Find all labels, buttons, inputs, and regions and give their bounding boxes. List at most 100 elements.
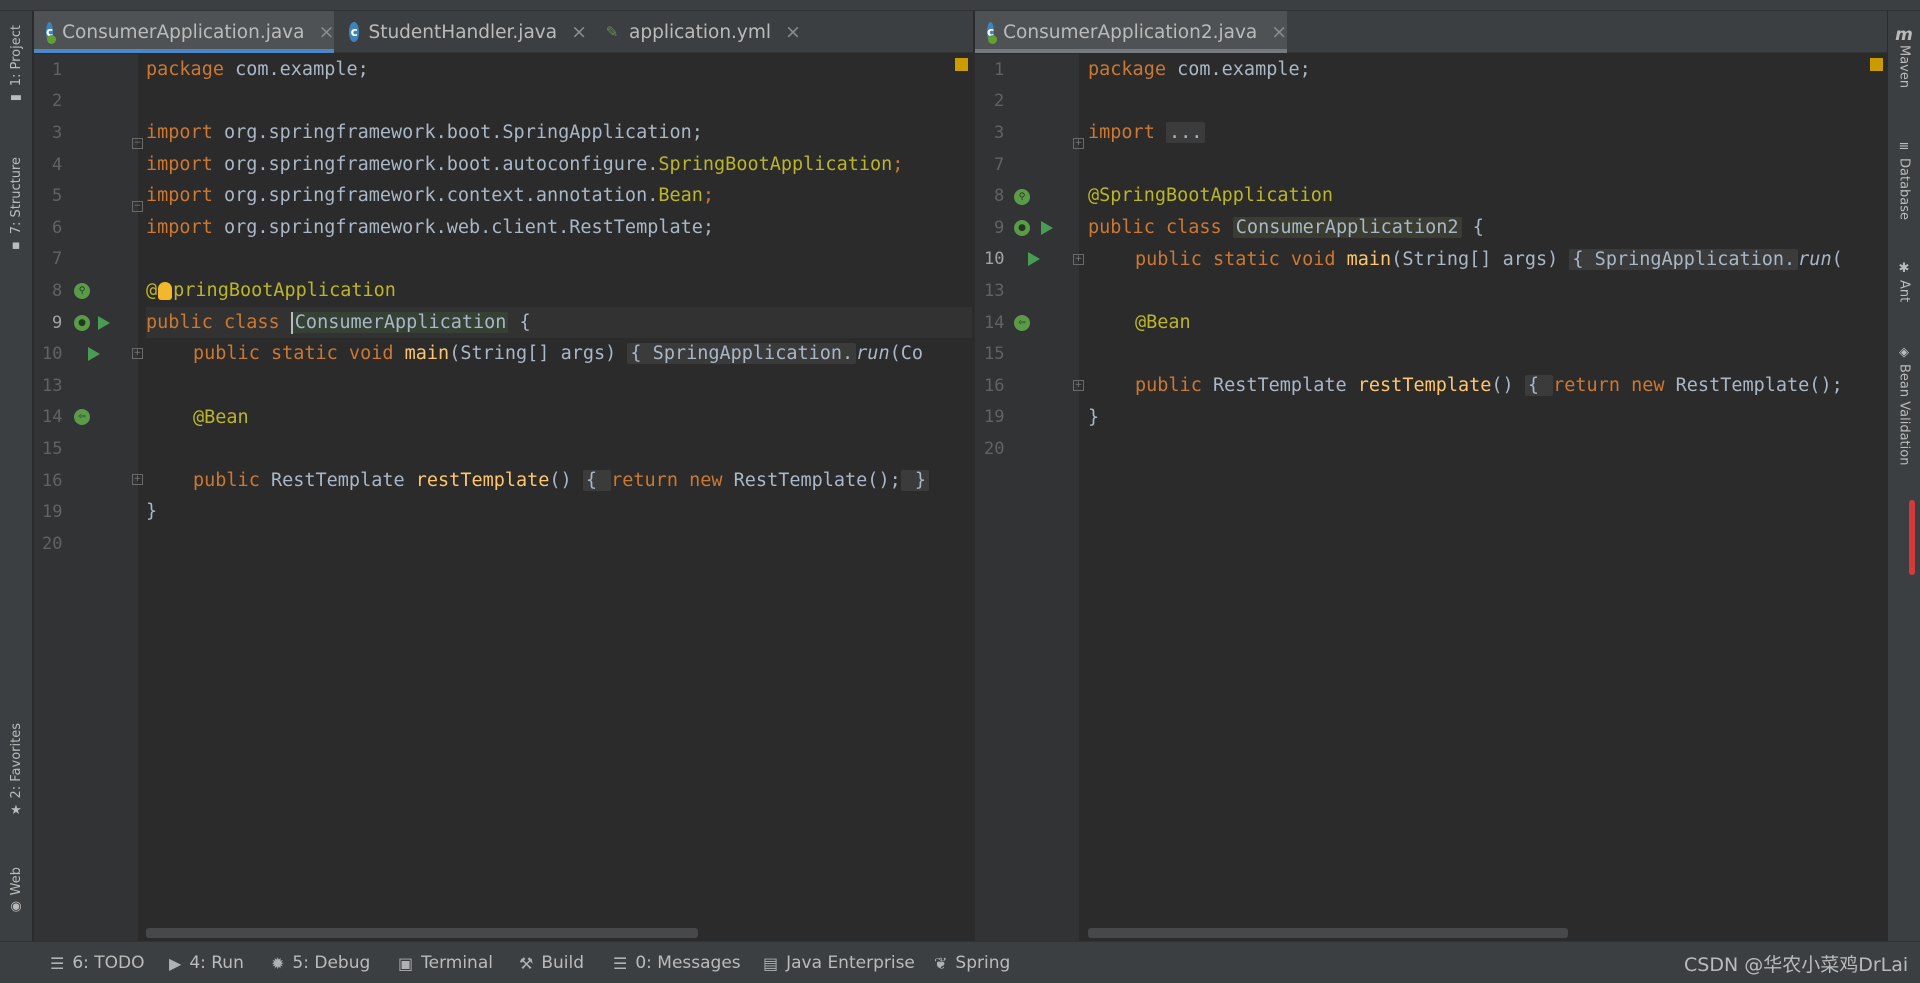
spring-bean-icon[interactable]: ⇦ xyxy=(1014,315,1030,331)
java-enterprise-tool-button[interactable]: ▤ Java Enterprise xyxy=(763,942,915,983)
line-number: 4 xyxy=(52,154,63,175)
run-gutter-icon[interactable] xyxy=(1041,221,1053,235)
bottom-tool-bar: ☰ 6: TODO ▶ 4: Run ✹ 5: Debug ▣ Terminal ⚒ Bu… xyxy=(0,941,1920,983)
code-text: } xyxy=(146,501,158,523)
line-number: 14 xyxy=(984,312,1005,333)
line-number: 14 xyxy=(42,407,63,428)
terminal-tool-button[interactable]: ▣ Terminal xyxy=(398,942,493,983)
todo-tool-button[interactable]: ☰ 6: TODO xyxy=(50,942,145,983)
keyword: return new xyxy=(611,469,734,491)
spring-bean-icon[interactable]: ⚲ xyxy=(1014,189,1030,205)
lightbulb-icon[interactable] xyxy=(158,282,173,301)
spring-bean-icon[interactable]: ⚲ xyxy=(74,283,90,299)
favorites-tool-button[interactable]: 2: Favorites ★ xyxy=(3,723,29,822)
keyword: public class xyxy=(1088,217,1233,238)
code-line: public RestTemplate restTemplate() { ret… xyxy=(1135,370,1843,402)
fold-marker-icon[interactable]: − xyxy=(132,138,143,149)
code-text: () xyxy=(1491,375,1525,396)
run-tool-button[interactable]: ▶ 4: Run xyxy=(169,942,244,983)
play-icon: ▶ xyxy=(169,953,182,973)
folded-imports[interactable]: ... xyxy=(1165,122,1206,144)
ant-icon: ✱ xyxy=(1898,261,1910,276)
bean-validation-tool-button[interactable]: ◈ Bean Validation xyxy=(1891,341,1917,465)
run-gutter-icon[interactable] xyxy=(1028,252,1040,266)
run-gutter-icon[interactable] xyxy=(88,347,100,361)
warning-marker-icon[interactable] xyxy=(955,58,968,71)
line-number: 1 xyxy=(52,59,63,80)
tab-consumer-application2[interactable]: c ConsumerApplication2.java × xyxy=(975,11,1287,53)
right-tool-strip: m Maven ≡ Database ✱ Ant ◈ Bean Validati… xyxy=(1887,11,1920,941)
globe-icon: ◉ xyxy=(10,899,22,915)
line-number: 7 xyxy=(994,154,1005,175)
keyword: public xyxy=(1135,375,1213,396)
fold-marker-icon[interactable]: + xyxy=(1073,254,1084,265)
project-tool-button[interactable]: 1: Project ▬ xyxy=(3,25,29,109)
build-tool-button[interactable]: ⚒ Build xyxy=(519,942,584,983)
close-icon[interactable]: × xyxy=(785,21,801,43)
ant-label: Ant xyxy=(1896,280,1912,303)
close-icon[interactable]: × xyxy=(1271,21,1287,43)
line-number: 2 xyxy=(994,91,1005,112)
structure-tool-button[interactable]: 7: Structure ▪ xyxy=(3,157,29,257)
folded-body[interactable]: { xyxy=(582,469,612,491)
fold-marker-icon[interactable]: + xyxy=(1073,380,1084,391)
fold-marker-icon[interactable]: + xyxy=(132,348,143,359)
tab-label: ConsumerApplication.java xyxy=(62,21,305,43)
code-line: import org.springframework.context.annot… xyxy=(146,180,714,212)
fold-marker-icon[interactable]: + xyxy=(1073,138,1084,149)
tab-label: application.yml xyxy=(629,21,772,43)
code-text: com.example; xyxy=(1165,59,1311,80)
code-text: } xyxy=(1088,406,1100,428)
spring-bean-icon[interactable]: ● xyxy=(74,315,90,331)
folded-body[interactable]: { SpringApplication. xyxy=(1569,248,1799,270)
right-code-area[interactable]: package com.example; import ... @SpringB… xyxy=(1088,54,1865,941)
tab-consumer-application[interactable]: c ConsumerApplication.java × xyxy=(34,11,334,53)
line-number: 3 xyxy=(994,122,1005,143)
database-tool-button[interactable]: ≡ Database xyxy=(1891,135,1917,220)
class-name: ConsumerApplication xyxy=(292,311,509,333)
folded-body[interactable]: { xyxy=(1524,375,1554,396)
code-line: @ pringBootApplication xyxy=(146,275,396,307)
messages-tool-button[interactable]: ☰ 0: Messages xyxy=(613,942,741,983)
horizontal-scrollbar[interactable] xyxy=(1088,928,1568,938)
folded-body[interactable]: { SpringApplication. xyxy=(627,343,857,365)
ant-tool-button[interactable]: ✱ Ant xyxy=(1891,257,1917,302)
code-line: public static void main(String[] args) {… xyxy=(193,338,923,370)
spring-bean-icon[interactable]: ● xyxy=(1014,220,1030,236)
warning-marker-icon[interactable] xyxy=(1870,58,1883,71)
folded-body[interactable]: } xyxy=(900,469,930,491)
left-code-area[interactable]: package com.example; import org.springfr… xyxy=(146,54,972,941)
annotation: pringBootApplication xyxy=(173,280,396,302)
annotation: @Bean xyxy=(193,406,249,428)
keyword: public class xyxy=(146,311,291,333)
close-icon[interactable]: × xyxy=(571,21,587,43)
debug-tool-button[interactable]: ✹ 5: Debug xyxy=(271,942,370,983)
debug-label: 5: Debug xyxy=(292,953,371,973)
code-text: com.example; xyxy=(223,59,369,80)
fold-marker-icon[interactable]: + xyxy=(132,474,143,485)
spring-bean-icon[interactable]: ⇦ xyxy=(74,409,90,425)
bug-icon: ✹ xyxy=(271,953,285,973)
run-gutter-icon[interactable] xyxy=(98,316,110,330)
tab-student-handler[interactable]: c StudentHandler.java × xyxy=(337,11,587,53)
maven-tool-button[interactable]: m Maven xyxy=(1891,25,1917,88)
tab-application-yml[interactable]: ✎ application.yml × xyxy=(590,11,820,53)
code-line: package com.example; xyxy=(146,54,369,86)
keyword: public static void xyxy=(1135,248,1347,270)
close-icon[interactable]: × xyxy=(318,21,334,43)
line-number: 2 xyxy=(52,91,63,112)
top-toolbar-strip xyxy=(0,0,1920,11)
error-stripe-indicator[interactable] xyxy=(1909,500,1915,575)
right-tab-bar: c ConsumerApplication2.java × xyxy=(975,11,1887,53)
spring-tool-button[interactable]: ❦ Spring xyxy=(934,942,1010,983)
keyword: package xyxy=(1088,59,1166,80)
horizontal-scrollbar[interactable] xyxy=(146,928,698,938)
code-text: { xyxy=(508,311,531,333)
fold-marker-icon[interactable]: − xyxy=(132,201,143,212)
line-number: 16 xyxy=(984,375,1005,396)
web-tool-button[interactable]: Web ◉ xyxy=(3,867,29,918)
keyword: import xyxy=(146,153,213,175)
code-line: } xyxy=(1088,402,1099,434)
code-text: ; xyxy=(892,153,904,175)
line-number: 1 xyxy=(994,59,1005,80)
